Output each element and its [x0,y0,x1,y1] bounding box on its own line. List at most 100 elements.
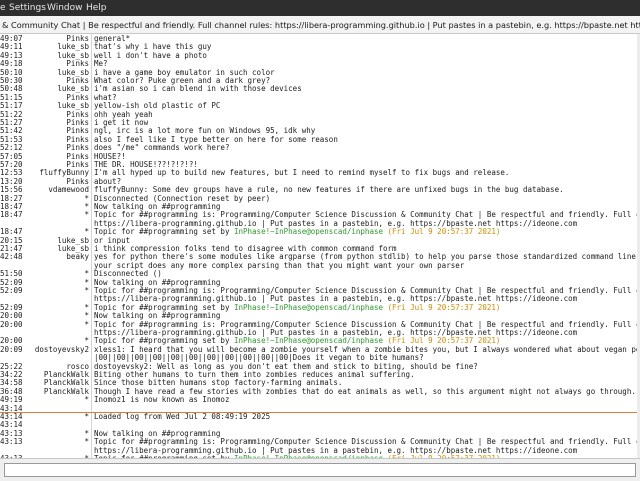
chat-line: 50:48]luke_sb i'm asian so i can blend in… [0,85,640,93]
nick-label[interactable]: luke_sb [22,85,89,93]
message-text: Me? [94,60,108,69]
message-text: dostoyevsky2: Well as long as you don't … [94,362,478,371]
timestamp: 52:09] [0,303,22,312]
topic-date: (Fri Jul 9 20:57:37 2021) [387,303,501,312]
nick-label[interactable]: Pinks [22,153,89,161]
menu-bar: e Settings Window Help [0,0,640,16]
system-marker: * [84,228,89,237]
nick-label[interactable]: Pinks [22,60,89,68]
setter-nick: InPhase!~InPhase@openscad/inphase [233,303,383,312]
chat-line: 20:15]luke_sb or input [0,237,640,245]
message-text: Topic for ##programming is: Programming/… [94,287,640,295]
nick-label[interactable]: beaky [22,253,89,261]
chat-line: 57:05]Pinks HOUSE?! [0,153,640,161]
system-marker: * [84,211,89,220]
message-text: Topic for ##programming is: Programming/… [94,211,640,220]
timestamp: 49:07] [0,35,22,43]
nick-label[interactable]: PlanckWalk [22,388,89,396]
chat-line: 51:53]Pinks also I feel like I type bette… [0,136,640,144]
timestamp: 50:48] [0,85,22,94]
nick-label[interactable]: Pinks [22,35,89,43]
message-text: does "/me" commands work here? [94,144,230,153]
nick-label[interactable]: luke_sb [22,237,89,245]
chat-line: 51:50] * Disconnected () [0,270,640,278]
system-marker: * [84,278,89,287]
menu-item-settings[interactable]: Settings [9,3,46,13]
nick-label[interactable]: rosco [22,363,89,371]
timestamp: 57:05] [0,152,22,161]
system-marker: * [84,438,89,447]
nick-label[interactable]: Pinks [22,136,89,144]
menu-item-partial[interactable]: e [0,3,6,13]
timestamp: 50:30] [0,77,22,85]
nick-label[interactable]: luke_sb [22,52,89,60]
menu-item-window[interactable]: Window [47,3,83,13]
timestamp: 20:09] [0,345,22,354]
message-text: about? [94,177,122,186]
message-text: Since those bitten humans stop factory-f… [94,379,343,388]
timestamp: 51:53] [0,135,22,144]
nick-label[interactable]: fluffyBunny [22,169,89,177]
chat-line: your script does any more complex parsin… [0,262,640,270]
nick-label[interactable]: vdamewood [22,186,89,194]
nick-label[interactable]: PlanckWalk [22,379,89,387]
timestamp: 43:14] [0,413,22,421]
timestamp: 49:18] [0,60,22,69]
timestamp: 52:09] [0,278,22,287]
nick-label[interactable]: Pinks [22,161,89,169]
chat-line: 52:09] * Topic for ##programming is: Progr… [0,287,640,295]
message-text: Now talking on ##programming [94,203,221,211]
nick-label[interactable]: Pinks [22,127,89,135]
system-marker: * [84,320,89,329]
nick-label[interactable]: dostoyevsky2 [22,346,89,354]
timestamp: 36:48] [0,387,22,396]
message-text: Now talking on ##programming [94,429,221,438]
nick-label[interactable]: Pinks [22,94,89,102]
chat-line: 34:58]PlanckWalk Since those bitten human… [0,379,640,387]
chat-line: 20:00] * Topic for ##programming set by In… [0,337,640,345]
timestamp: 18:27] [0,194,22,203]
chat-line: 18:27] * Disconnected (Connection reset by… [0,195,640,203]
timestamp: 51:42] [0,127,22,136]
chat-line: https://libera-programming.github.io | P… [0,295,640,303]
nick-label[interactable]: Pinks [22,77,89,85]
message-text: or input [94,236,131,245]
message-text: Loaded log from Wed Jul 2 08:49:19 2025 [94,413,271,421]
timestamp: 20:00] [0,337,22,346]
message-text: your script does any more complex parsin… [94,261,465,270]
timestamp: 43:14] [0,421,22,430]
timestamp: 51:22] [0,110,22,119]
message-text: Biting other humans to turn them into zo… [94,371,415,379]
nick-label[interactable]: Pinks [22,178,89,186]
timestamp: 49:11] [0,43,22,52]
system-marker: * [84,303,89,312]
nick-label[interactable]: luke_sb [22,69,89,77]
message-text: ngl, irc is a lot more fun on Windows 95… [94,127,316,136]
topic-date: (Fri Jul 9 20:57:37 2021) [387,337,501,346]
system-marker: * [84,270,89,279]
nick-label[interactable]: luke_sb [22,43,89,51]
timestamp: 25:22] [0,362,22,371]
topic-text[interactable]: & Community Chat | Be respectful and fri… [2,20,640,30]
chat-line: https://libera-programming.github.io | P… [0,447,640,455]
nick-label[interactable]: Pinks [22,119,89,127]
message-text: I'm all hyped up to build new features, … [94,169,510,178]
message-input[interactable] [4,463,636,477]
nick-label[interactable]: Pinks [22,111,89,119]
nick-label[interactable]: PlanckWalk [22,371,89,379]
menu-item-help[interactable]: Help [86,3,107,13]
message-text: Topic for ##programming set by InPhase!~… [94,337,501,346]
nick-label[interactable]: luke_sb [22,245,89,253]
chat-line: 43:13] * Now talking on ##programming [0,430,640,438]
chat-line: |00||00||00||00||00||00||00||00||00||00|… [0,354,640,362]
nick-label[interactable]: Pinks [22,144,89,152]
message-text: HOUSE?! [94,152,126,161]
topic-date: (Fri Jul 9 20:57:37 2021) [387,228,501,237]
message-text: well i don't have a photo [94,51,207,60]
nick-label[interactable]: luke_sb [22,102,89,110]
chat-log[interactable]: 49:07]Pinksgeneral*49:11]luke_sbthat's w… [0,34,640,458]
timestamp: 20:00] [0,312,22,321]
timestamp: 52:12] [0,144,22,153]
message-text: Topic for ##programming is: Programming/… [94,320,640,329]
timestamp: 20:00] [0,320,22,329]
